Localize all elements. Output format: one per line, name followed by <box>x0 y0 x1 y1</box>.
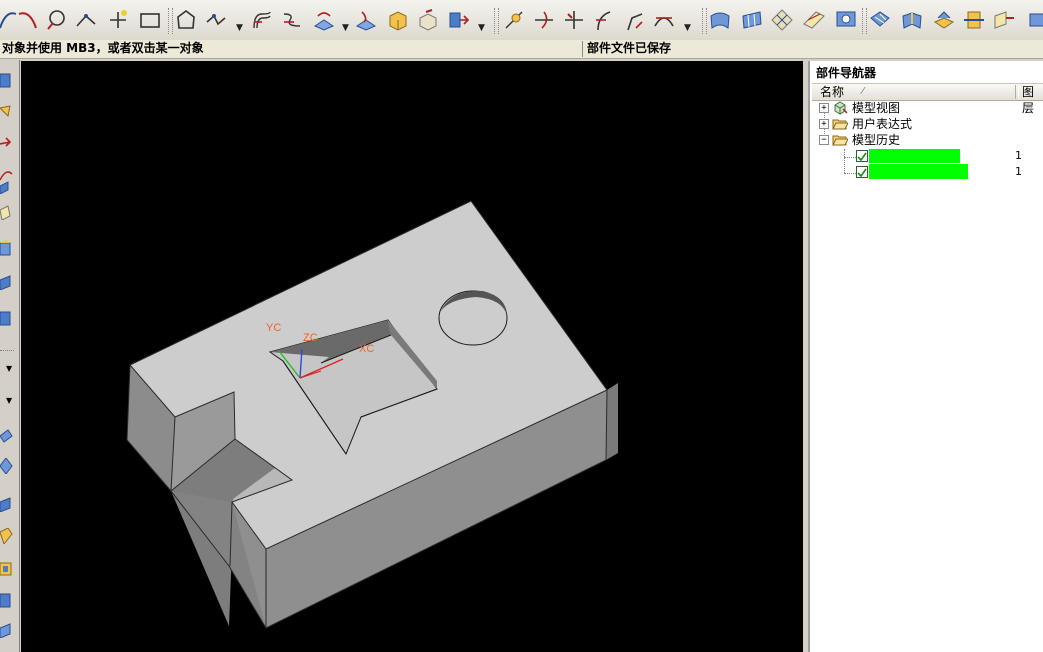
circle-icon[interactable] <box>42 5 70 35</box>
dropdown-arrow-icon[interactable]: ▼ <box>236 23 243 33</box>
navigator-column-header: 名称 ⁄ 图层 <box>812 83 1043 115</box>
layer-value: 1 <box>1015 165 1022 178</box>
spline-icon[interactable] <box>72 5 100 35</box>
status-divider <box>582 41 583 57</box>
feature-checkbox[interactable] <box>856 166 868 178</box>
project-curve-icon[interactable] <box>310 5 338 35</box>
feature-checkbox[interactable] <box>856 150 868 162</box>
axis-label-yc: YC <box>266 322 281 334</box>
status-message: 部件文件已保存 <box>587 41 672 55</box>
offset-curve-icon[interactable] <box>248 5 276 35</box>
dropdown-arrow-icon[interactable]: ▼ <box>6 396 12 405</box>
toolbar: ▼ ▼ ▼ ▼ <box>0 0 1043 41</box>
mesh-surface-icon[interactable] <box>768 5 796 35</box>
expand-icon[interactable]: + <box>819 103 829 113</box>
trim-body-icon[interactable] <box>960 5 988 35</box>
dropdown-arrow-icon[interactable]: ▼ <box>6 364 12 373</box>
curve-toolbar-group <box>0 5 165 37</box>
pin-icon[interactable] <box>0 104 14 120</box>
block-icon[interactable] <box>0 240 14 256</box>
redacted-label <box>869 149 960 163</box>
tree-node-model-views[interactable]: + 模型视图 <box>810 100 1043 116</box>
dropdown-arrow-icon[interactable]: ▼ <box>478 23 485 33</box>
chamfer-icon[interactable] <box>0 496 14 512</box>
status-bar: 对象并使用 MB3，或者双击某一对象 部件文件已保存 <box>0 40 1043 59</box>
separator <box>0 350 14 351</box>
arrow-icon[interactable] <box>0 134 14 150</box>
curve-edit-icon[interactable] <box>650 5 678 35</box>
body-icon[interactable] <box>0 592 14 608</box>
graphics-viewport[interactable]: YC ZC XC <box>21 61 803 652</box>
fillet-curve-icon[interactable] <box>590 5 618 35</box>
extract-curve-icon[interactable] <box>352 5 380 35</box>
dropdown-arrow-icon[interactable]: ▼ <box>684 23 691 33</box>
tree-label: 模型视图 <box>852 101 901 115</box>
plane-icon[interactable] <box>0 428 14 444</box>
tree-node-user-expressions[interactable]: + 用户表达式 <box>810 116 1043 132</box>
tree-label: 用户表达式 <box>852 117 913 131</box>
view-surface-icon[interactable] <box>832 5 860 35</box>
edit-curve-toolbar-group: ▼ <box>498 5 698 37</box>
chamfer-curve-icon[interactable] <box>620 5 648 35</box>
curve-ops-toolbar-group: ▼ ▼ ▼ <box>172 5 490 37</box>
folder-open-icon <box>832 135 848 146</box>
navigator-title: 部件导航器 <box>816 66 877 80</box>
axis-label-zc: ZC <box>303 332 318 344</box>
ruled-surface-icon[interactable] <box>738 5 766 35</box>
face-icon[interactable] <box>0 178 14 194</box>
divide-icon[interactable] <box>444 5 472 35</box>
bridge-curve-icon[interactable] <box>278 5 306 35</box>
offset-surface-icon[interactable] <box>898 5 926 35</box>
history-feature-row[interactable]: 1 <box>810 164 1043 180</box>
rectangle-icon[interactable] <box>136 5 164 35</box>
sheet-icon[interactable] <box>0 204 14 220</box>
point-icon[interactable] <box>104 5 132 35</box>
resource-bar: ▼ ▼ <box>0 60 20 652</box>
tree-label: 模型历史 <box>852 133 901 147</box>
view-icon[interactable] <box>1024 5 1043 35</box>
extrude-icon[interactable] <box>0 274 14 290</box>
blend-icon[interactable] <box>0 528 14 544</box>
sort-indicator: ⁄ <box>862 86 864 97</box>
tree-node-model-history[interactable]: − 模型历史 <box>810 132 1043 148</box>
split-curve-icon[interactable] <box>560 5 588 35</box>
redacted-label <box>869 164 968 179</box>
expand-icon[interactable]: + <box>819 119 829 129</box>
cylinder-icon[interactable] <box>0 310 14 326</box>
datum-icon[interactable] <box>0 458 14 474</box>
sweep-surface-icon[interactable] <box>800 5 828 35</box>
column-name[interactable]: 名称 <box>820 84 844 100</box>
right-face <box>606 383 618 460</box>
analyze-curve-icon[interactable] <box>500 5 528 35</box>
axis-label-xc: XC <box>359 343 374 355</box>
sketch-icon[interactable] <box>414 5 442 35</box>
history-feature-row[interactable]: 1 <box>810 148 1043 164</box>
polygon-icon[interactable] <box>172 5 200 35</box>
layer-value: 1 <box>1015 149 1022 162</box>
dropdown-arrow-icon[interactable]: ▼ <box>342 23 349 33</box>
sheet-body-icon[interactable] <box>0 622 14 638</box>
surface-toolbar-group <box>706 5 866 37</box>
sew-icon[interactable] <box>990 5 1018 35</box>
part-icon[interactable] <box>0 72 14 88</box>
surface-icon[interactable] <box>706 5 734 35</box>
model-render[interactable]: YC ZC XC <box>21 61 803 652</box>
shell-icon[interactable] <box>0 560 14 576</box>
feature-toolbar-group <box>866 5 1043 37</box>
collapse-icon[interactable]: − <box>819 135 829 145</box>
curve-dropdown-icon[interactable] <box>202 5 230 35</box>
extend-surface-icon[interactable] <box>930 5 958 35</box>
bounded-plane-icon[interactable] <box>866 5 894 35</box>
join-curve-icon[interactable] <box>384 5 412 35</box>
column-divider[interactable] <box>1015 85 1019 99</box>
trim-icon[interactable] <box>530 5 558 35</box>
arc-icon[interactable] <box>14 5 42 35</box>
part-navigator: 部件导航器 名称 ⁄ 图层 + 模型视图 + 用户表达式 − 模型历史 1 1 <box>808 61 1043 652</box>
model-view-icon <box>834 101 848 115</box>
folder-icon <box>832 119 848 130</box>
status-prompt: 对象并使用 MB3，或者双击某一对象 <box>2 41 204 55</box>
